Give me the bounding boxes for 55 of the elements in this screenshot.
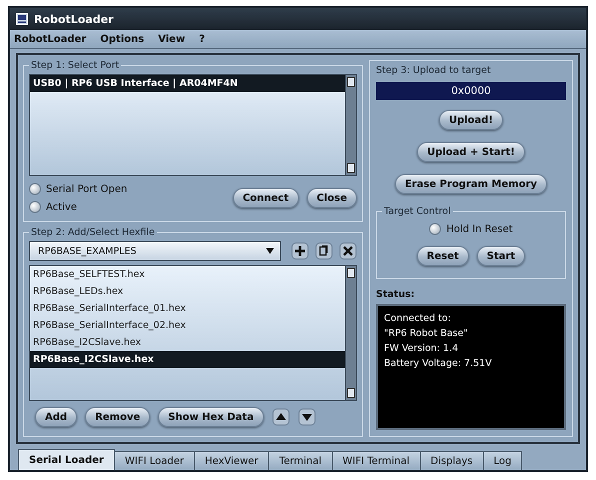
menu-item[interactable]: ? xyxy=(199,34,205,44)
upload-button[interactable]: Upload! xyxy=(438,110,504,130)
upload-start-button[interactable]: Upload + Start! xyxy=(417,142,525,162)
status-label: Status: xyxy=(376,289,416,300)
show-hex-data-button[interactable]: Show Hex Data xyxy=(158,407,264,427)
hexfile-item[interactable]: RP6Base_I2CSlave.hex xyxy=(30,334,345,351)
status-line: FW Version: 1.4 xyxy=(384,342,460,356)
address-display: 0x0000 xyxy=(376,82,566,100)
tab[interactable]: HexViewer xyxy=(194,451,270,470)
erase-memory-button[interactable]: Erase Program Memory xyxy=(394,174,548,194)
menu-item[interactable]: Options xyxy=(100,34,144,44)
hexfile-item[interactable]: RP6Base_LEDs.hex xyxy=(30,283,345,300)
status-line: Connected to: xyxy=(384,312,452,326)
scrollbar[interactable] xyxy=(345,266,356,400)
tab[interactable]: Serial Loader xyxy=(18,449,115,470)
radio-button[interactable] xyxy=(29,183,41,195)
hexfile-item[interactable]: RP6Base_I2CSlave.hex xyxy=(30,351,345,368)
status-line: "RP6 Robot Base" xyxy=(384,327,469,341)
hexfile-item[interactable]: RP6Base_SerialInterface_02.hex xyxy=(30,317,345,334)
radio-label: Hold In Reset xyxy=(446,224,513,234)
radio-label: Serial Port Open xyxy=(46,184,128,194)
hexfile-list[interactable]: RP6Base_SELFTEST.hex RP6Base_LEDs.hex RP6Base_SerialInterface_01.hex RP6Base_SerialInterface_02.hex RP6Base_I2CSlave.hex RP6Base_I2CSlave.hex xyxy=(29,265,357,401)
radio-button[interactable] xyxy=(429,223,442,235)
category-dropdown[interactable]: RP6BASE_EXAMPLES xyxy=(29,241,281,261)
status-line: Battery Voltage: 7.51V xyxy=(384,357,493,371)
panel-title: Step 2: Add/Select Hexfile xyxy=(30,227,156,238)
menu-item[interactable]: View xyxy=(158,34,186,44)
delete-icon[interactable] xyxy=(339,242,357,260)
tab[interactable]: Terminal xyxy=(268,451,333,470)
copy-icon[interactable] xyxy=(315,242,333,260)
tab[interactable]: Displays xyxy=(420,451,484,470)
window-title: RobotLoader xyxy=(34,12,114,26)
close-button[interactable]: Close xyxy=(306,188,357,208)
add-button[interactable]: Add xyxy=(35,407,78,427)
connect-button[interactable]: Connect xyxy=(232,188,299,208)
radio-button[interactable] xyxy=(29,201,41,213)
menu-item[interactable]: RobotLoader xyxy=(14,34,86,44)
app-icon xyxy=(16,13,28,25)
hexfile-item[interactable]: RP6Base_SELFTEST.hex xyxy=(30,266,345,283)
caret-icon xyxy=(266,248,274,254)
start-button[interactable]: Start xyxy=(476,246,526,266)
scrollbar[interactable] xyxy=(345,75,356,175)
remove-button[interactable]: Remove xyxy=(85,407,150,427)
port-list[interactable]: USB0 | RP6 USB Interface | AR04MF4N xyxy=(29,74,357,176)
hexfile-item[interactable]: RP6Base_SerialInterface_01.hex xyxy=(30,300,345,317)
tab[interactable]: WIFI Terminal xyxy=(332,451,421,470)
plus-icon[interactable] xyxy=(291,242,309,260)
panel-title: Step 1: Select Port xyxy=(30,60,120,71)
tab[interactable]: Log xyxy=(482,451,522,470)
panel-title: Step 3: Upload to target xyxy=(376,65,492,76)
tab[interactable]: WIFI Loader xyxy=(114,451,195,470)
radio-label: Active xyxy=(46,202,77,212)
panel-title: Target Control xyxy=(383,206,452,217)
reset-button[interactable]: Reset xyxy=(416,246,469,266)
port-item[interactable]: USB0 | RP6 USB Interface | AR04MF4N xyxy=(30,75,345,92)
